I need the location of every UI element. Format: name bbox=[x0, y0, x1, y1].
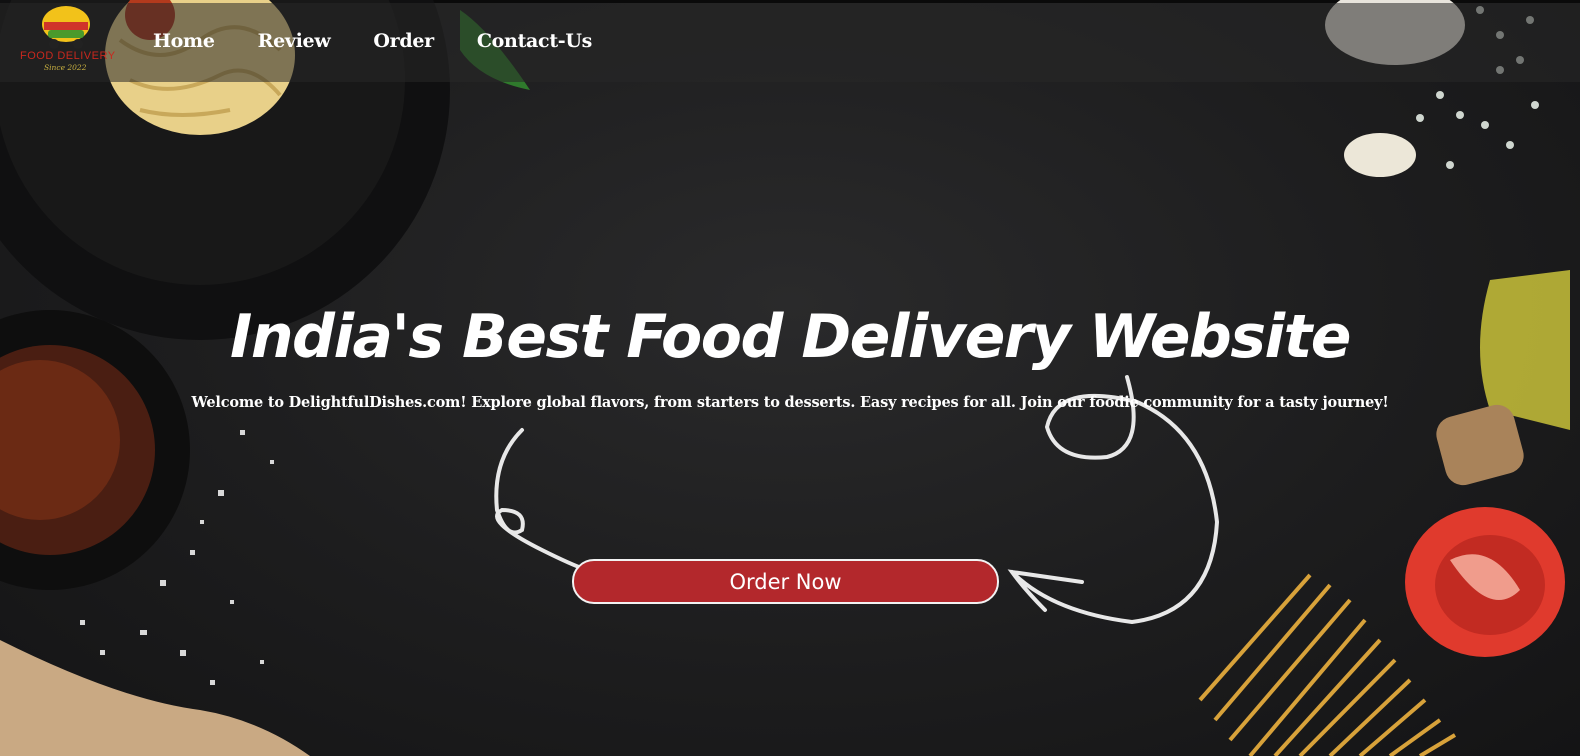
hero-title: India's Best Food Delivery Website bbox=[230, 302, 1352, 372]
logo-tagline: Since 2022 bbox=[44, 63, 87, 72]
hero-subtitle: Welcome to DelightfulDishes.com! Explore… bbox=[191, 394, 1389, 411]
main-navigation: Home Review Order Contact-Us bbox=[153, 30, 635, 52]
nav-review-link[interactable]: Review bbox=[258, 30, 331, 52]
swirl-arrow-right bbox=[1007, 375, 1220, 625]
logo-text: FOOD DELIVERY bbox=[20, 50, 116, 62]
swirl-arrow-left bbox=[494, 428, 589, 572]
nav-order-link[interactable]: Order bbox=[373, 30, 434, 52]
order-now-button[interactable]: Order Now bbox=[572, 559, 999, 604]
cutting-board-image bbox=[0, 640, 310, 756]
nav-home-link[interactable]: Home bbox=[153, 30, 215, 52]
food-decorations bbox=[0, 0, 1570, 756]
nav-contact-us-link[interactable]: Contact-Us bbox=[477, 30, 593, 52]
